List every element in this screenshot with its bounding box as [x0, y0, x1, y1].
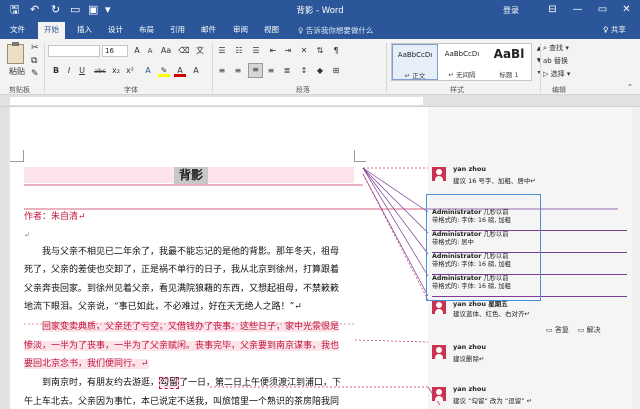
selected-balloon-outline	[426, 194, 541, 301]
reply-button[interactable]: ▭ 答复	[546, 326, 569, 334]
connector-line	[362, 167, 429, 277]
resolve-label: 解决	[586, 326, 601, 334]
comment-balloon[interactable]: yan zhou 星期五 建议蓝体、红色、右对齐↵	[432, 298, 617, 320]
word-window: 🖫 ↶ ↻ ▭ ▣ ▾ 背影 - Word 登录 ⊟ — ▭ ✕ 文件 开始 插…	[0, 0, 640, 409]
comment-text[interactable]: 建议 16 号字、加粗、居中↵	[453, 175, 536, 185]
comment-author: yan zhou	[453, 165, 487, 173]
avatar-icon	[432, 345, 446, 359]
resolve-button[interactable]: ▭ 解决	[578, 326, 601, 334]
connector-line	[362, 167, 429, 213]
avatar-icon	[432, 167, 446, 181]
connector-line	[362, 167, 429, 255]
comment-balloon[interactable]: yan zhou 建议删除↵	[432, 343, 617, 365]
comment-text[interactable]: 建议删除↵	[453, 353, 484, 363]
comment-actions: ▭ 答复 ▭ 解决	[546, 325, 601, 335]
connector-line	[362, 167, 429, 234]
avatar-icon	[432, 387, 446, 401]
reply-label: 答复	[554, 326, 569, 334]
comment-balloon[interactable]: yan zhou 建议 16 号字、加粗、居中↵	[432, 165, 617, 191]
comment-text[interactable]: 建议 “勾留” 改为 “逗留” ↵	[453, 395, 532, 405]
connector-line	[354, 339, 429, 343]
comment-text[interactable]: 建议蓝体、红色、右对齐↵	[453, 308, 530, 318]
vertical-scrollbar[interactable]	[632, 107, 640, 409]
comment-balloon[interactable]: yan zhou 建议 “勾留” 改为 “逗留” ↵	[432, 385, 617, 409]
comment-author: yan zhou	[453, 343, 487, 351]
comment-author: yan zhou	[453, 385, 487, 393]
connector-line	[362, 173, 429, 301]
avatar-icon	[432, 300, 446, 314]
